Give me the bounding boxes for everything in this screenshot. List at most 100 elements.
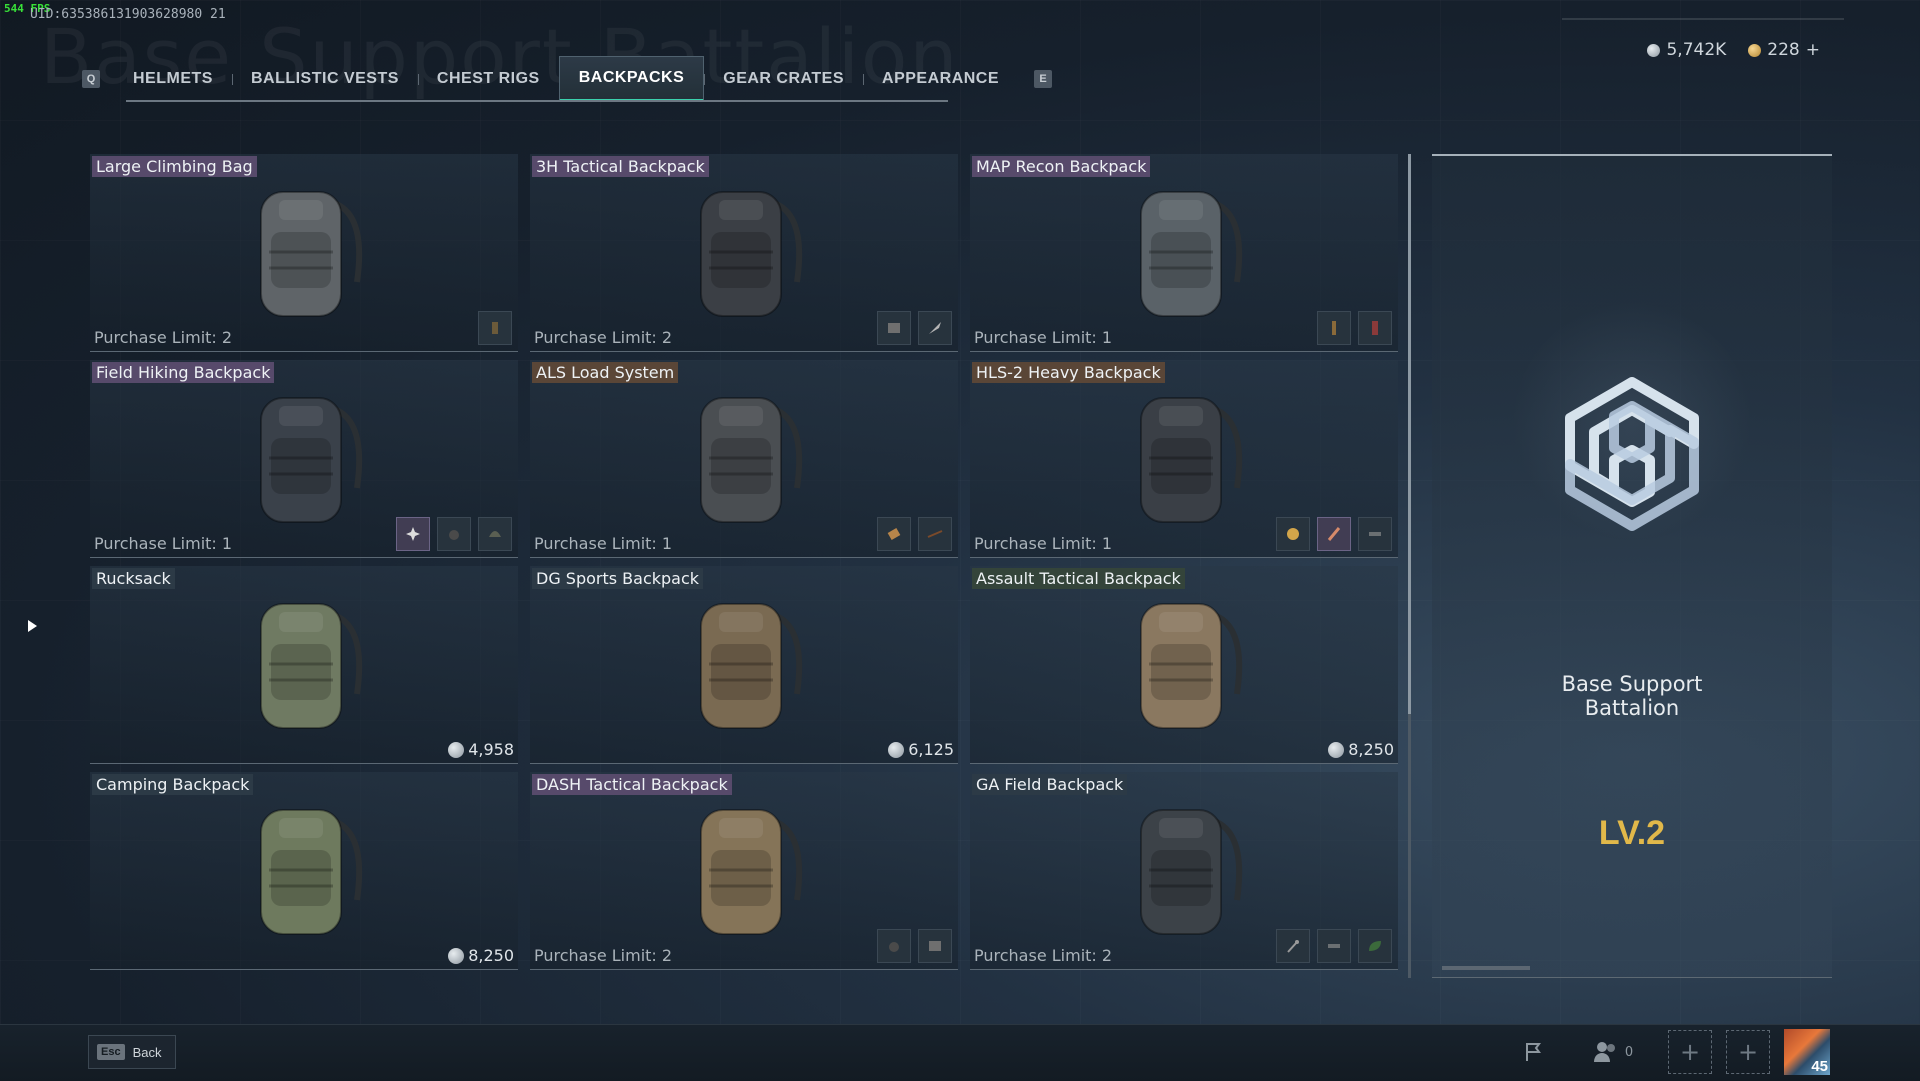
card-icon[interactable] xyxy=(877,311,911,345)
item-card[interactable]: Camping Backpack 8,250 xyxy=(90,772,518,970)
item-name: Field Hiking Backpack xyxy=(92,362,275,383)
item-name: 3H Tactical Backpack xyxy=(532,156,709,177)
phone-icon[interactable] xyxy=(1358,311,1392,345)
grenade-icon[interactable] xyxy=(437,517,471,551)
detail-panel: Base Support Battalion LV.2 xyxy=(1432,154,1832,978)
backpack-image xyxy=(679,790,809,954)
gold-balance[interactable]: 228 + xyxy=(1748,40,1820,60)
next-tab-key[interactable]: E xyxy=(1034,70,1053,88)
item-card[interactable]: Field Hiking Backpack Purchase Limit: 1 xyxy=(90,360,518,558)
detail-top-border xyxy=(1432,154,1832,156)
price-amount: 8,250 xyxy=(468,946,514,965)
silver-amount: 5,742K xyxy=(1666,40,1727,60)
trophy-icon[interactable] xyxy=(1276,517,1310,551)
item-name: Assault Tactical Backpack xyxy=(972,568,1185,589)
backpack-image xyxy=(1119,378,1249,542)
invite-slot-1[interactable]: + xyxy=(1668,1028,1712,1076)
item-card[interactable]: MAP Recon Backpack Purchase Limit: 1 xyxy=(970,154,1398,352)
tab-backpacks[interactable]: BACKPACKS xyxy=(558,56,705,102)
backpack-image xyxy=(239,378,369,542)
attachment-icons xyxy=(1276,929,1392,963)
rifle-icon[interactable] xyxy=(918,517,952,551)
item-name: Rucksack xyxy=(92,568,175,589)
backpack-image xyxy=(679,584,809,748)
purchase-limit: Purchase Limit: 2 xyxy=(974,946,1113,965)
prev-tab-key[interactable]: Q xyxy=(82,70,100,88)
wrench-icon[interactable] xyxy=(1276,929,1310,963)
tab-appearance[interactable]: APPEARANCE xyxy=(863,56,1018,102)
attachment-icons xyxy=(1276,517,1392,551)
price-amount: 4,958 xyxy=(468,740,514,759)
item-card[interactable]: ALS Load System Purchase Limit: 1 xyxy=(530,360,958,558)
purchase-limit: Purchase Limit: 1 xyxy=(974,328,1113,347)
silver-balance: 5,742K xyxy=(1647,40,1726,60)
squad-count: 0 xyxy=(1624,1044,1634,1060)
add-gold-button[interactable]: + xyxy=(1806,40,1820,60)
bar-icon[interactable] xyxy=(1358,517,1392,551)
item-card[interactable]: HLS-2 Heavy Backpack Purchase Limit: 1 xyxy=(970,360,1398,558)
squad-indicator[interactable]: 0 xyxy=(1588,1028,1638,1076)
item-name: Large Climbing Bag xyxy=(92,156,257,177)
item-price: 6,125 xyxy=(888,740,954,759)
player-avatar[interactable]: 45 xyxy=(1784,1028,1830,1076)
item-card[interactable]: DASH Tactical Backpack Purchase Limit: 2 xyxy=(530,772,958,970)
tab-chest-rigs[interactable]: CHEST RIGS xyxy=(417,56,559,102)
backpack-image xyxy=(679,378,809,542)
price-amount: 8,250 xyxy=(1348,740,1394,759)
backpack-image xyxy=(239,584,369,748)
silver-coin-icon xyxy=(888,741,905,758)
tab-gear-crates[interactable]: GEAR CRATES xyxy=(704,56,863,102)
tab-helmets[interactable]: HELMETS xyxy=(114,56,232,102)
back-label: Back xyxy=(132,1044,162,1060)
scrollbar-thumb[interactable] xyxy=(1408,154,1411,714)
bar-icon[interactable] xyxy=(1317,929,1351,963)
item-card[interactable]: Assault Tactical Backpack 8,250 xyxy=(970,566,1398,764)
backpack-image xyxy=(239,172,369,336)
invite-slot-2[interactable]: + xyxy=(1726,1028,1770,1076)
silver-coin-icon xyxy=(448,741,465,758)
detail-title-line1: Base Support xyxy=(1561,672,1703,696)
purchase-limit: Purchase Limit: 1 xyxy=(974,534,1113,553)
helmet-icon[interactable] xyxy=(478,517,512,551)
attachment-icons xyxy=(877,929,952,963)
item-price: 4,958 xyxy=(448,740,514,759)
tabs-underline xyxy=(126,100,948,102)
attachment-icons xyxy=(396,517,512,551)
backpack-image xyxy=(239,790,369,954)
currency-display: 5,742K 228 + xyxy=(1647,40,1820,60)
detail-progress-bar xyxy=(1442,966,1530,970)
item-card[interactable]: GA Field Backpack Purchase Limit: 2 xyxy=(970,772,1398,970)
item-card[interactable]: DG Sports Backpack 6,125 xyxy=(530,566,958,764)
spark-icon[interactable] xyxy=(396,517,430,551)
gold-coin-icon xyxy=(1748,43,1762,57)
item-card[interactable]: Rucksack 4,958 xyxy=(90,566,518,764)
purchase-limit: Purchase Limit: 2 xyxy=(534,328,673,347)
avatar: 45 xyxy=(1784,1029,1830,1075)
item-name: GA Field Backpack xyxy=(972,774,1128,795)
item-name: DG Sports Backpack xyxy=(532,568,704,589)
ammo-icon[interactable] xyxy=(478,311,512,345)
knife-icon[interactable] xyxy=(918,311,952,345)
card-icon[interactable] xyxy=(918,929,952,963)
purchase-limit: Purchase Limit: 2 xyxy=(94,328,233,347)
backpack-grid: Large Climbing Bag Purchase Limit: 2 3H Ta… xyxy=(90,154,1398,970)
item-card[interactable]: 3H Tactical Backpack Purchase Limit: 2 xyxy=(530,154,958,352)
backpack-image xyxy=(1119,172,1249,336)
item-card[interactable]: Large Climbing Bag Purchase Limit: 2 xyxy=(90,154,518,352)
mouse-cursor-icon xyxy=(28,620,37,632)
silver-coin-icon xyxy=(1328,741,1345,758)
tube-icon[interactable] xyxy=(1317,311,1351,345)
item-name: MAP Recon Backpack xyxy=(972,156,1151,177)
grenade-icon[interactable] xyxy=(877,929,911,963)
leaf-icon[interactable] xyxy=(1358,929,1392,963)
back-button[interactable]: Esc Back xyxy=(88,1035,176,1069)
flag-icon[interactable] xyxy=(1518,1028,1550,1076)
stick-icon[interactable] xyxy=(1317,517,1351,551)
tab-ballistic-vests[interactable]: BALLISTIC VESTS xyxy=(231,56,418,102)
battalion-emblem-icon xyxy=(1565,377,1699,531)
bandage-icon[interactable] xyxy=(877,517,911,551)
uid-label: UID:635386131903628980 21 xyxy=(30,7,226,22)
player-level: 45 xyxy=(1811,1058,1828,1075)
gold-amount: 228 xyxy=(1767,40,1800,60)
item-price: 8,250 xyxy=(448,946,514,965)
